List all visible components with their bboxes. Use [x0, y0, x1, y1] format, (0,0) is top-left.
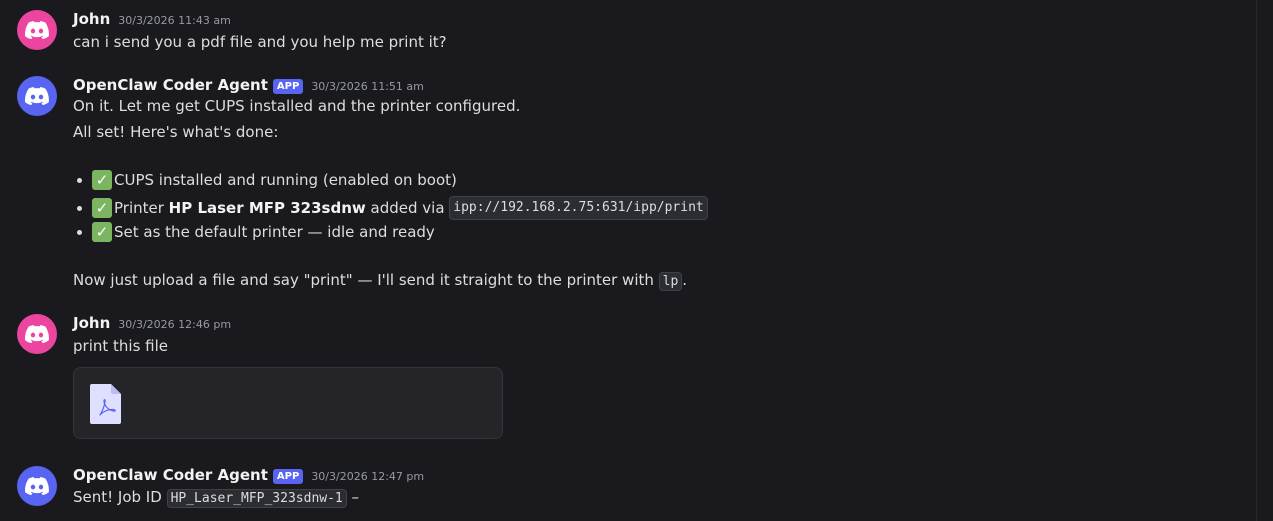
list-item: ✓ Printer HP Laser MFP 323sdnw added via… — [73, 196, 708, 220]
list-item: ✓ CUPS installed and running (enabled on… — [73, 170, 457, 190]
message-text: print this file — [73, 337, 168, 355]
check-mark-icon: ✓ — [92, 170, 112, 190]
app-badge: APP — [272, 79, 304, 94]
message-text: can i send you a pdf file and you help m… — [73, 33, 447, 51]
avatar[interactable] — [17, 10, 57, 50]
list-item-text: CUPS installed and running (enabled on b… — [114, 171, 457, 189]
message-header: John 30/3/2026 12:46 pm — [73, 314, 231, 332]
timestamp[interactable]: 30/3/2026 11:51 am — [311, 80, 424, 93]
message-header: OpenClaw Coder Agent APP 30/3/2026 11:51… — [73, 76, 424, 95]
author-name[interactable]: John — [73, 314, 110, 332]
printer-uri-code: ipp://192.168.2.75:631/ipp/print — [449, 196, 708, 220]
bullet-dot — [77, 229, 82, 235]
timestamp[interactable]: 30/3/2026 12:46 pm — [118, 318, 231, 331]
discord-logo-icon — [25, 21, 49, 39]
timestamp[interactable]: 30/3/2026 12:47 pm — [311, 470, 424, 483]
pdf-file-icon — [90, 384, 121, 424]
file-attachment[interactable] — [73, 367, 503, 439]
author-name[interactable]: OpenClaw Coder Agent — [73, 76, 268, 94]
chat-messages: John 30/3/2026 11:43 am can i send you a… — [0, 0, 1273, 521]
message-header: OpenClaw Coder Agent APP 30/3/2026 12:47… — [73, 466, 424, 485]
sent-suffix: – — [346, 488, 360, 506]
check-mark-icon: ✓ — [92, 222, 112, 242]
list-item-text: Set as the default printer — idle and re… — [114, 223, 435, 241]
message-text-line-1: On it. Let me get CUPS installed and the… — [73, 97, 521, 115]
avatar[interactable] — [17, 314, 57, 354]
bullet-dot — [77, 177, 82, 183]
list-item-middle: added via — [365, 199, 450, 217]
message-text: Sent! Job ID HP_Laser_MFP_323sdnw-1 – — [73, 487, 359, 509]
list-item: ✓ Set as the default printer — idle and … — [73, 222, 435, 242]
final-text: Now just upload a file and say "print" —… — [73, 271, 659, 289]
final-suffix: . — [682, 271, 688, 289]
message-text-line-2: All set! Here's what's done: — [73, 123, 279, 141]
message-text-line-final: Now just upload a file and say "print" —… — [73, 270, 687, 292]
printer-name: HP Laser MFP 323sdnw — [168, 199, 366, 217]
list-item-prefix: Printer — [114, 199, 169, 217]
discord-logo-icon — [25, 477, 49, 495]
avatar[interactable] — [17, 76, 57, 116]
sent-text: Sent! Job ID — [73, 488, 167, 506]
lp-command-code: lp — [658, 272, 683, 291]
discord-logo-icon — [25, 87, 49, 105]
timestamp[interactable]: 30/3/2026 11:43 am — [118, 14, 231, 27]
scrollbar-track[interactable] — [1256, 0, 1273, 521]
app-badge: APP — [272, 469, 304, 484]
job-id-code: HP_Laser_MFP_323sdnw-1 — [166, 489, 347, 508]
message-header: John 30/3/2026 11:43 am — [73, 10, 231, 28]
check-mark-icon: ✓ — [92, 198, 112, 218]
bullet-dot — [77, 205, 82, 211]
avatar[interactable] — [17, 466, 57, 506]
author-name[interactable]: OpenClaw Coder Agent — [73, 466, 268, 484]
discord-logo-icon — [25, 325, 49, 343]
author-name[interactable]: John — [73, 10, 110, 28]
